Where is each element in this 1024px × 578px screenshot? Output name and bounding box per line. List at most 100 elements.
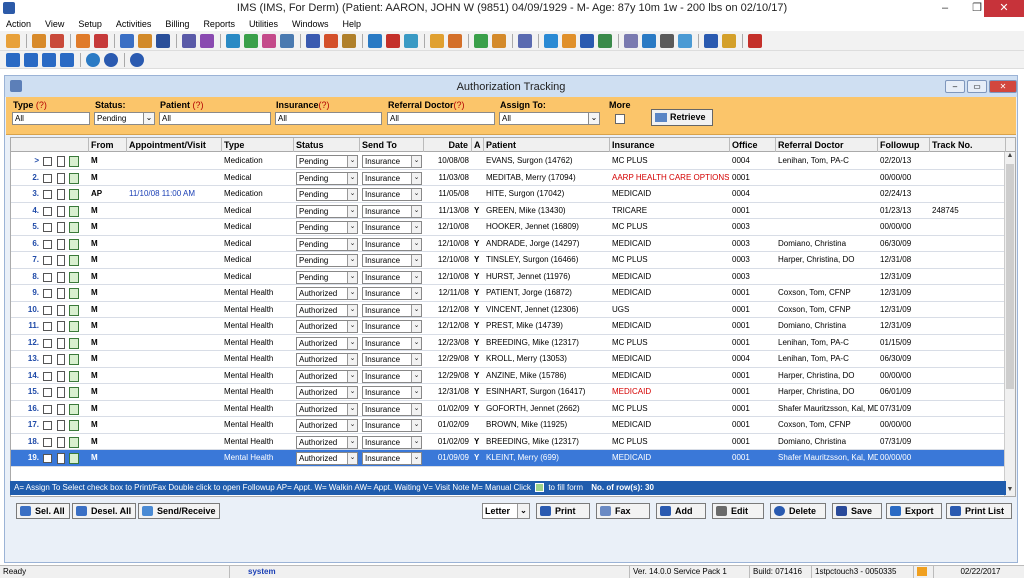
send-to-combo[interactable]: Insurance ⌄ <box>362 287 422 300</box>
fax-button[interactable]: Fax <box>596 503 650 519</box>
table-row[interactable]: 8. M Medical Pending ⌄ Insurance ⌄ 12/10/08 Y HUR… <box>11 269 1006 285</box>
edit-form-icon[interactable] <box>69 156 79 167</box>
chevron-down-icon[interactable]: ⌄ <box>411 255 421 266</box>
chevron-down-icon[interactable]: ⌄ <box>347 436 357 448</box>
edit-form-icon[interactable] <box>69 255 79 266</box>
fax-icon[interactable] <box>386 33 400 48</box>
menu-help[interactable]: Help <box>342 19 361 29</box>
chevron-down-icon[interactable]: ⌄ <box>411 453 421 464</box>
chevron-down-icon[interactable]: ⌄ <box>411 387 421 398</box>
status-combo[interactable]: Authorized ⌄ <box>296 402 358 416</box>
document-icon[interactable] <box>57 271 65 283</box>
previous-record-icon[interactable] <box>24 52 38 67</box>
export-icon[interactable] <box>562 33 576 48</box>
scroll-up-icon[interactable]: ▲ <box>1005 152 1015 162</box>
save-button[interactable]: Save <box>832 503 882 519</box>
menu-activities[interactable]: Activities <box>116 19 152 29</box>
help-icon[interactable] <box>104 52 118 67</box>
chevron-down-icon[interactable]: ⌄ <box>347 370 357 382</box>
row-checkbox[interactable] <box>43 322 52 331</box>
send-to-combo[interactable]: Insurance ⌄ <box>362 369 422 383</box>
col-insurance[interactable]: Insurance <box>610 138 730 152</box>
send-to-combo[interactable]: Insurance ⌄ <box>362 303 422 317</box>
edit-form-icon[interactable] <box>69 271 79 283</box>
chevron-down-icon[interactable]: ⌄ <box>411 436 421 448</box>
col-from[interactable]: From <box>89 138 127 152</box>
send-to-combo[interactable]: Insurance ⌄ <box>362 336 422 350</box>
table-row[interactable]: 14. M Mental Health Authorized ⌄ Insurance ⌄ 12… <box>11 368 1006 384</box>
edit-form-icon[interactable] <box>69 403 79 415</box>
edit-form-icon[interactable] <box>69 337 79 349</box>
referral-filter-input[interactable]: All <box>387 112 495 125</box>
chevron-down-icon[interactable]: ⌄ <box>347 205 357 217</box>
send-to-combo[interactable]: Insurance ⌄ <box>362 452 422 465</box>
schedule-icon[interactable] <box>200 33 214 48</box>
document-icon[interactable] <box>430 33 444 48</box>
send-to-combo[interactable]: Insurance ⌄ <box>362 386 422 399</box>
status-combo[interactable]: Authorized ⌄ <box>296 386 358 399</box>
status-combo[interactable]: Authorized ⌄ <box>296 320 358 333</box>
edit-form-icon[interactable] <box>69 370 79 382</box>
col-patient[interactable]: Patient <box>484 138 610 152</box>
status-combo[interactable]: Authorized ⌄ <box>296 303 358 317</box>
close-icon[interactable] <box>130 52 144 67</box>
minimize-button[interactable]: – <box>930 0 960 17</box>
export-button[interactable]: Export <box>886 503 942 519</box>
status-combo[interactable]: Authorized ⌄ <box>296 419 358 432</box>
send-to-combo[interactable]: Insurance ⌄ <box>362 353 422 366</box>
analytics-icon[interactable] <box>492 33 506 48</box>
chevron-down-icon[interactable]: ⌄ <box>411 156 421 167</box>
chevron-down-icon[interactable]: ⌄ <box>411 337 421 349</box>
menu-reports[interactable]: Reports <box>203 19 235 29</box>
send-to-combo[interactable]: Insurance ⌄ <box>362 204 422 218</box>
patient-icon[interactable] <box>6 33 20 48</box>
next-record-icon[interactable] <box>42 52 56 67</box>
lab-icon[interactable] <box>138 33 152 48</box>
row-checkbox[interactable] <box>43 256 52 265</box>
table-row[interactable]: > M Medication Pending ⌄ Insurance ⌄ 10/08/08 EV… <box>11 153 1006 170</box>
email-icon[interactable] <box>368 33 382 48</box>
col-status[interactable]: Status <box>294 138 360 152</box>
letter-dropdown-icon[interactable]: ⌄ <box>517 504 529 518</box>
status-combo[interactable]: Authorized ⌄ <box>296 435 358 449</box>
document-icon[interactable] <box>57 354 65 365</box>
col-referral-doctor[interactable]: Referral Doctor <box>776 138 878 152</box>
row-checkbox[interactable] <box>43 272 52 282</box>
edit-form-icon[interactable] <box>69 205 79 217</box>
row-checkbox[interactable] <box>43 190 52 199</box>
chevron-down-icon[interactable]: ⌄ <box>347 255 357 266</box>
send-to-combo[interactable]: Insurance ⌄ <box>362 270 422 284</box>
status-combo[interactable]: Authorized ⌄ <box>296 369 358 383</box>
chevron-down-icon[interactable]: ⌄ <box>411 304 421 316</box>
col-send-to[interactable]: Send To <box>360 138 424 152</box>
send-to-combo[interactable]: Insurance ⌄ <box>362 237 422 251</box>
insurance-filter-input[interactable]: All <box>275 112 382 125</box>
status-combo[interactable]: Pending ⌄ <box>296 270 358 284</box>
list-icon[interactable] <box>624 33 638 48</box>
edit-form-icon[interactable] <box>69 222 79 233</box>
send-to-combo[interactable]: Insurance ⌄ <box>362 221 422 234</box>
referral-help-link[interactable]: (?) <box>454 100 465 110</box>
lock-icon[interactable] <box>722 33 736 48</box>
select-all-button[interactable]: Sel. All <box>16 503 70 519</box>
edit-form-icon[interactable] <box>69 189 79 200</box>
chevron-down-icon[interactable]: ⌄ <box>411 354 421 365</box>
chevron-down-icon[interactable]: ⌄ <box>347 271 357 283</box>
send-to-combo[interactable]: Insurance ⌄ <box>362 188 422 201</box>
scroll-down-icon[interactable]: ▼ <box>1005 486 1015 496</box>
billing-icon[interactable] <box>226 33 240 48</box>
subwindow-close-button[interactable]: ✕ <box>989 80 1017 93</box>
document-icon[interactable] <box>57 387 65 398</box>
chevron-down-icon[interactable]: ⌄ <box>411 271 421 283</box>
claims-icon[interactable] <box>262 33 276 48</box>
chevron-down-icon[interactable]: ⌄ <box>347 420 357 431</box>
table-row[interactable]: 9. M Mental Health Authorized ⌄ Insurance ⌄ 12/… <box>11 285 1006 302</box>
chevron-down-icon[interactable]: ⌄ <box>347 387 357 398</box>
more-checkbox[interactable] <box>615 114 625 124</box>
edit-form-icon[interactable] <box>69 436 79 448</box>
table-row[interactable]: 19. M Mental Health Authorized ⌄ Insurance ⌄ 01… <box>11 450 1006 467</box>
status-filter-select[interactable]: Pending <box>94 112 144 125</box>
add-button[interactable]: Add <box>656 503 706 519</box>
document-icon[interactable] <box>57 420 65 431</box>
type-help-link[interactable]: (?) <box>36 100 47 110</box>
